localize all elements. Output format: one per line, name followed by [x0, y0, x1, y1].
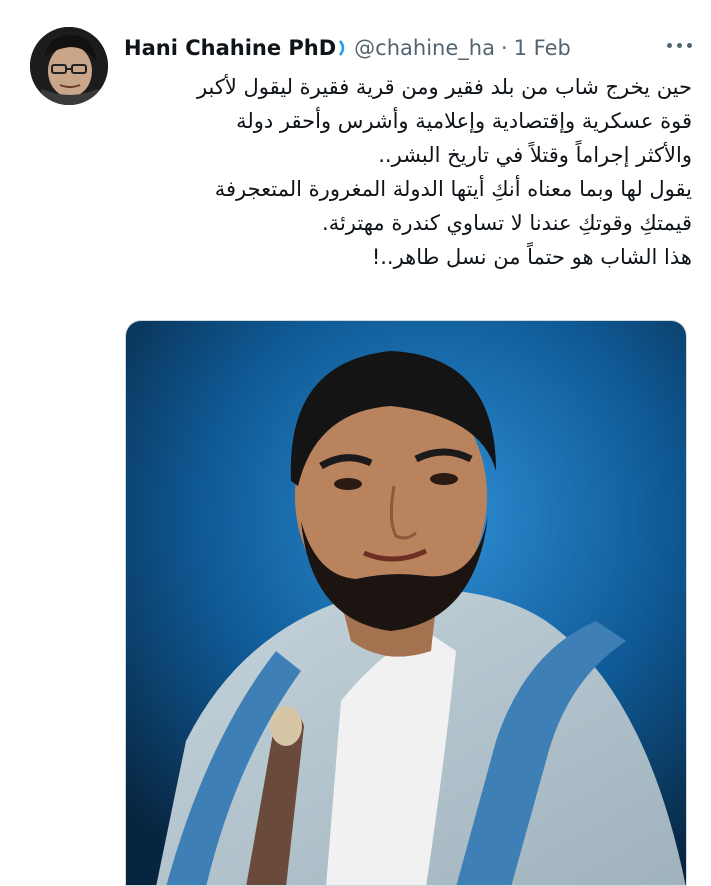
author-name[interactable]: Hani Chahine PhD	[124, 36, 336, 60]
more-dot	[666, 42, 672, 48]
author-handle[interactable]: @chahine_ha	[354, 36, 495, 60]
verified-badge-icon	[338, 39, 348, 57]
separator: ·	[500, 36, 508, 60]
media-photo	[126, 321, 686, 885]
more-horizontal-icon[interactable]	[661, 35, 697, 55]
author-avatar[interactable]	[30, 27, 108, 105]
tweet-text: حين يخرج شاب من بلد فقير ومن قرية فقيرة …	[120, 70, 692, 274]
more-dot	[676, 42, 682, 48]
tweet-line: يقول لها وبما معناه أنكِ أيتها الدولة ال…	[214, 177, 692, 201]
tweet-line: والأكثر إجراماً وقتلاً في تاريخ البشر..	[378, 143, 692, 167]
tweet-date[interactable]: 1 Feb	[514, 36, 571, 60]
avatar-image	[30, 27, 108, 105]
tweet-line: هذا الشاب هو حتماً من نسل طاهر..!	[371, 245, 692, 269]
tweet-media[interactable]	[125, 320, 687, 886]
tweet-header: Hani Chahine PhD @chahine_ha · 1 Feb	[124, 32, 699, 64]
tweet-line: حين يخرج شاب من بلد فقير ومن قرية فقيرة …	[196, 75, 692, 99]
more-dot	[686, 42, 692, 48]
tweet-line: قيمتكِ وقوتكِ عندنا لا تساوي كندرة مهترئ…	[322, 211, 692, 235]
tweet-line: قوة عسكرية وإقتصادية وإعلامية وأشرس وأحق…	[236, 109, 692, 133]
